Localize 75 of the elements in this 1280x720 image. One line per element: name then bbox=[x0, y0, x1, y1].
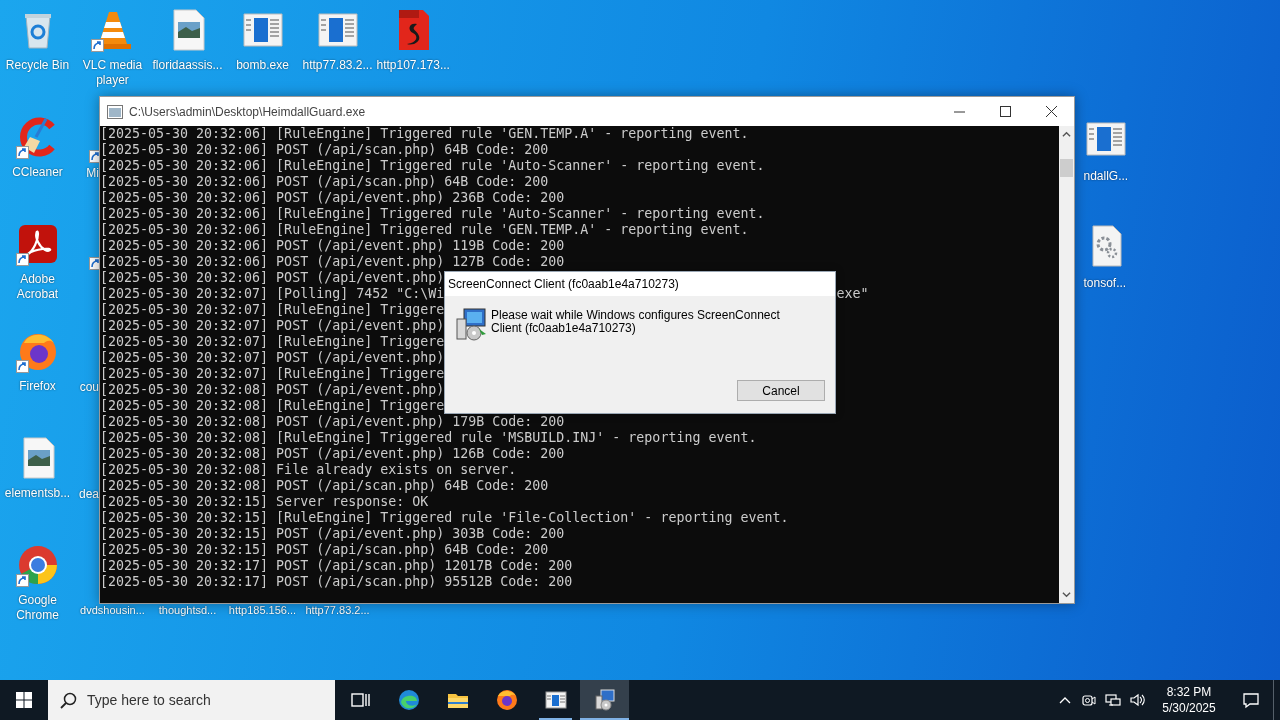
console-line: [2025-05-30 20:32:08] POST (/api/event.php) 179B Code: 200 bbox=[100, 414, 565, 430]
desktop-icon[interactable]: Firefox bbox=[0, 323, 75, 394]
console-line: [2025-05-30 20:32:15] POST (/api/event.php) 303B Code: 200 bbox=[100, 526, 565, 542]
console-line: [2025-05-30 20:32:15] POST (/api/scan.php) 64B Code: 200 bbox=[100, 542, 549, 558]
desktop-icon-label[interactable]: thoughtsd... bbox=[150, 604, 225, 617]
console-line: [2025-05-30 20:32:08] [RuleEngine] Triggere bbox=[100, 398, 445, 414]
desktop-icon[interactable]: CCleaner bbox=[0, 109, 75, 180]
scroll-down-icon[interactable] bbox=[1062, 590, 1071, 599]
cancel-button[interactable]: Cancel bbox=[737, 380, 825, 401]
console-line: [2025-05-30 20:32:07] POST (/api/event.php) bbox=[100, 318, 445, 334]
taskbar-button[interactable] bbox=[580, 680, 629, 720]
console-line: [2025-05-30 20:32:15] [RuleEngine] Triggered rule 'File-Collection' - reporting event. bbox=[100, 510, 789, 526]
desktop-icon[interactable]: floridaassis... bbox=[150, 2, 225, 73]
desktop-icon[interactable]: Adobe Acrobat bbox=[0, 216, 75, 302]
notification-icon[interactable] bbox=[1242, 691, 1260, 709]
console-line: [2025-05-30 20:32:07] POST (/api/event.php) bbox=[100, 350, 445, 366]
console-line: [2025-05-30 20:32:06] POST (/api/event.php) 127B Code: 200 bbox=[100, 254, 565, 270]
console-line: [2025-05-30 20:32:06] [RuleEngine] Triggered rule 'GEN.TEMP.A' - reporting event. bbox=[100, 222, 749, 238]
scroll-thumb[interactable] bbox=[1060, 159, 1073, 177]
desktop-icon-label[interactable]: Mi bbox=[86, 166, 99, 181]
console-app-icon bbox=[543, 688, 568, 712]
scroll-up-icon[interactable] bbox=[1062, 130, 1071, 139]
camera-icon[interactable] bbox=[1081, 692, 1097, 708]
desktop-icon[interactable]: VLC media player bbox=[75, 2, 150, 88]
console-line: [2025-05-30 20:32:07] [RuleEngine] Triggere bbox=[100, 366, 445, 382]
dialog-message: Please wait while Windows configures ScreenConnect Client (fc0aab1e4a710273) bbox=[491, 309, 781, 335]
console-line: [2025-05-30 20:32:08] [RuleEngine] Triggered rule 'MSBUILD.INJ' - reporting event. bbox=[100, 430, 757, 446]
desktop-icon[interactable]: Google Chrome bbox=[0, 537, 75, 623]
console-line: [2025-05-30 20:32:17] POST (/api/scan.php) 12017B Code: 200 bbox=[100, 558, 573, 574]
console-line: [2025-05-30 20:32:06] [RuleEngine] Triggered rule 'Auto-Scanner' - reporting event. bbox=[100, 158, 765, 174]
firefox-icon bbox=[494, 688, 519, 712]
console-line: [2025-05-30 20:32:08] POST (/api/scan.php) 64B Code: 200 bbox=[100, 478, 549, 494]
console-line: [2025-05-30 20:32:06] [RuleEngine] Triggered rule 'Auto-Scanner' - reporting event. bbox=[100, 206, 765, 222]
windows-start-icon[interactable] bbox=[16, 692, 32, 708]
window-title: C:\Users\admin\Desktop\HeimdallGuard.exe bbox=[129, 104, 367, 119]
dialog-title: ScreenConnect Client (fc0aab1e4a710273) bbox=[445, 272, 835, 296]
desktop-icon[interactable]: ndallG... bbox=[1083, 109, 1144, 184]
desktop-icon-label[interactable]: http77.83.2... bbox=[300, 604, 375, 617]
desktop-icon[interactable]: http107.173... bbox=[375, 2, 450, 73]
console-app-icon bbox=[107, 104, 123, 119]
desktop-icon[interactable]: Recycle Bin bbox=[0, 2, 75, 73]
volume-icon[interactable] bbox=[1129, 692, 1145, 708]
edge-icon bbox=[396, 688, 421, 712]
maximize-icon[interactable] bbox=[999, 106, 1011, 117]
console-line: [2025-05-30 20:32:17] POST (/api/scan.php) 95512B Code: 200 bbox=[100, 574, 573, 590]
clock[interactable]: 8:32 PM 5/30/2025 bbox=[1149, 684, 1229, 716]
console-line: [2025-05-30 20:32:06] [RuleEngine] Triggered rule 'GEN.TEMP.A' - reporting event. bbox=[100, 126, 749, 142]
console-line: [2025-05-30 20:32:08] POST (/api/event.php) 126B Code: 200 bbox=[100, 446, 565, 462]
console-line: [2025-05-30 20:32:06] POST (/api/scan.php) 64B Code: 200 bbox=[100, 142, 549, 158]
search-icon bbox=[60, 692, 77, 709]
search-field[interactable]: Type here to search bbox=[48, 680, 335, 720]
console-line: [2025-05-30 20:32:06] POST (/api/scan.php) 64B Code: 200 bbox=[100, 174, 549, 190]
installer-icon bbox=[592, 688, 617, 712]
desktop-icon[interactable]: http77.83.2... bbox=[300, 2, 375, 73]
desktop-icon-label[interactable]: cou bbox=[79, 380, 99, 395]
scrollbar[interactable] bbox=[1059, 126, 1074, 603]
console-line: [2025-05-30 20:32:07] [Polling] 7452 "C:\Wi bbox=[100, 286, 445, 302]
console-line: exe" bbox=[836, 286, 869, 302]
console-line: [2025-05-30 20:32:08] POST (/api/event.php) bbox=[100, 382, 445, 398]
desktop-icon[interactable]: elementsb... bbox=[0, 430, 75, 501]
network-icon[interactable] bbox=[1105, 692, 1121, 708]
console-line: [2025-05-30 20:32:06] POST (/api/event.php) 236B Code: 200 bbox=[100, 190, 565, 206]
desktop-icon-label[interactable]: dvdshousin... bbox=[75, 604, 150, 617]
console-line: [2025-05-30 20:32:08] File already exists on server. bbox=[100, 462, 517, 478]
desktop-icon-label[interactable]: http185.156... bbox=[225, 604, 300, 617]
console-line: [2025-05-30 20:32:06] POST (/api/event.php) 119B Code: 200 bbox=[100, 238, 565, 254]
console-line: [2025-05-30 20:32:07] [RuleEngine] Triggere bbox=[100, 334, 445, 350]
console-line: [2025-05-30 20:32:15] Server response: OK bbox=[100, 494, 429, 510]
desktop-icon[interactable]: bomb.exe bbox=[225, 2, 300, 73]
desktop-icon[interactable]: tonsof... bbox=[1083, 216, 1144, 291]
console-line: [2025-05-30 20:32:07] [RuleEngine] Triggere bbox=[100, 302, 445, 318]
console-line: [2025-05-30 20:32:06] POST (/api/event.php) bbox=[100, 270, 445, 286]
close-icon[interactable] bbox=[1045, 106, 1057, 117]
desktop-icon-label[interactable]: dea bbox=[78, 487, 99, 502]
installer-icon bbox=[455, 307, 487, 341]
